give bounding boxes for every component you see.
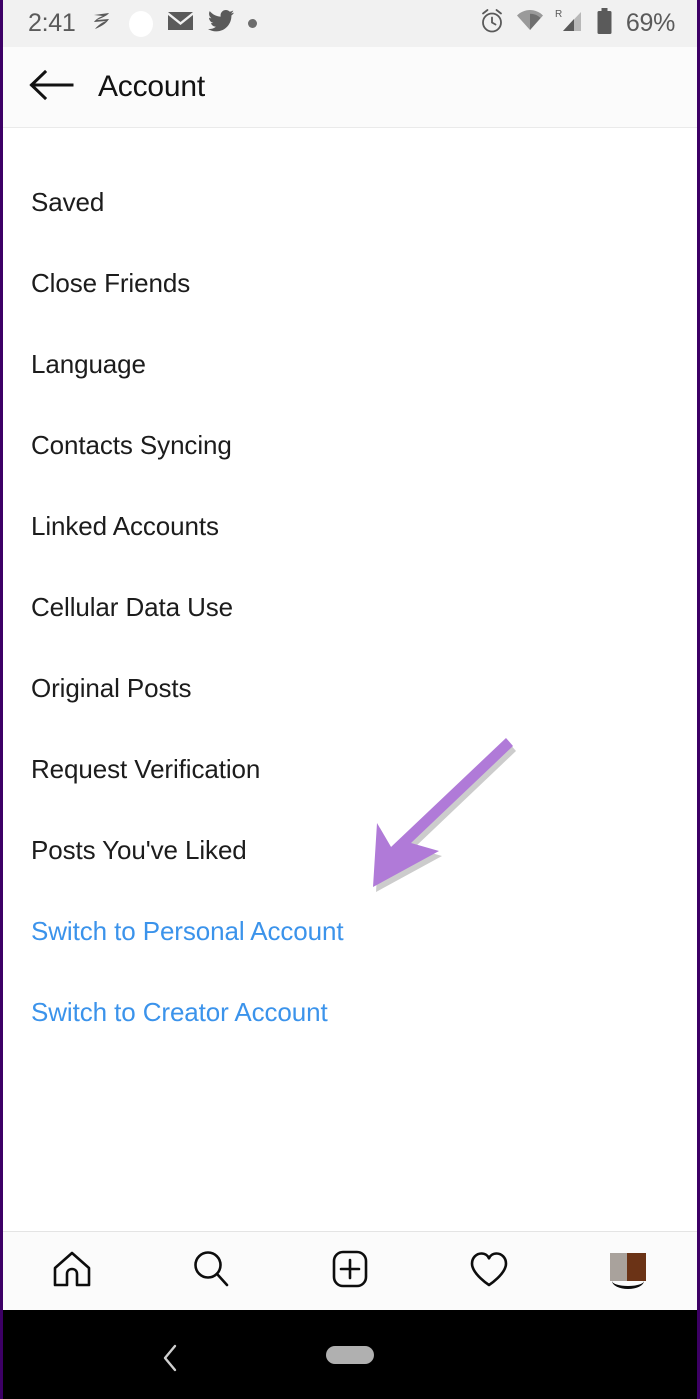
menu-item-language[interactable]: Language [3, 324, 697, 405]
android-home-pill[interactable] [326, 1346, 374, 1364]
menu-item-cellular-data-use[interactable]: Cellular Data Use [3, 567, 697, 648]
menu-item-switch-to-personal-account[interactable]: Switch to Personal Account [3, 891, 697, 972]
avatar-curve-accent [611, 1273, 644, 1289]
profile-avatar-icon [609, 1253, 646, 1289]
nav-home-button[interactable] [3, 1232, 142, 1310]
battery-percent-label: 69% [625, 9, 675, 37]
nav-add-post-button[interactable] [281, 1232, 420, 1310]
page-title: Account [98, 70, 205, 103]
app-header: Account [3, 47, 697, 128]
twitter-bird-icon [208, 10, 235, 37]
menu-item-close-friends[interactable]: Close Friends [3, 243, 697, 324]
more-notifications-dot-icon [248, 19, 258, 28]
gmail-envelope-icon [167, 10, 194, 37]
menu-item-contacts-syncing[interactable]: Contacts Syncing [3, 405, 697, 486]
menu-item-request-verification[interactable]: Request Verification [3, 729, 697, 810]
account-settings-list: Saved Close Friends Language Contacts Sy… [3, 128, 697, 1053]
android-back-button[interactable] [151, 1340, 191, 1380]
android-navigation-bar [3, 1310, 697, 1399]
android-back-chevron-icon [160, 1343, 182, 1378]
nav-search-button[interactable] [142, 1232, 281, 1310]
zedge-z-icon [89, 8, 115, 39]
alarm-clock-icon [479, 8, 505, 39]
back-button[interactable] [25, 61, 77, 113]
nav-activity-button[interactable] [419, 1232, 558, 1310]
menu-item-switch-to-creator-account[interactable]: Switch to Creator Account [3, 972, 697, 1053]
heart-activity-icon [467, 1247, 511, 1296]
menu-item-saved[interactable]: Saved [3, 162, 697, 243]
white-circle-icon [129, 10, 154, 37]
nav-profile-button[interactable] [558, 1232, 697, 1310]
search-icon [189, 1247, 233, 1296]
status-bar-left: 2:41 [28, 8, 479, 39]
menu-item-original-posts[interactable]: Original Posts [3, 648, 697, 729]
wifi-icon [516, 10, 544, 37]
status-bar-right: R 69% [479, 7, 675, 40]
menu-item-posts-youve-liked[interactable]: Posts You've Liked [3, 810, 697, 891]
menu-item-linked-accounts[interactable]: Linked Accounts [3, 486, 697, 567]
bottom-navigation-bar [3, 1231, 697, 1310]
status-bar: 2:41 R 69% [3, 0, 697, 47]
add-post-icon [328, 1247, 372, 1296]
roaming-signal-icon: R [555, 8, 585, 39]
svg-text:R: R [555, 9, 562, 20]
phone-screen: 2:41 R 69% Account Saved Close Friends L… [0, 0, 700, 1399]
battery-icon [596, 7, 613, 40]
back-arrow-icon [28, 68, 74, 107]
status-clock: 2:41 [28, 9, 76, 37]
home-icon [50, 1247, 94, 1296]
